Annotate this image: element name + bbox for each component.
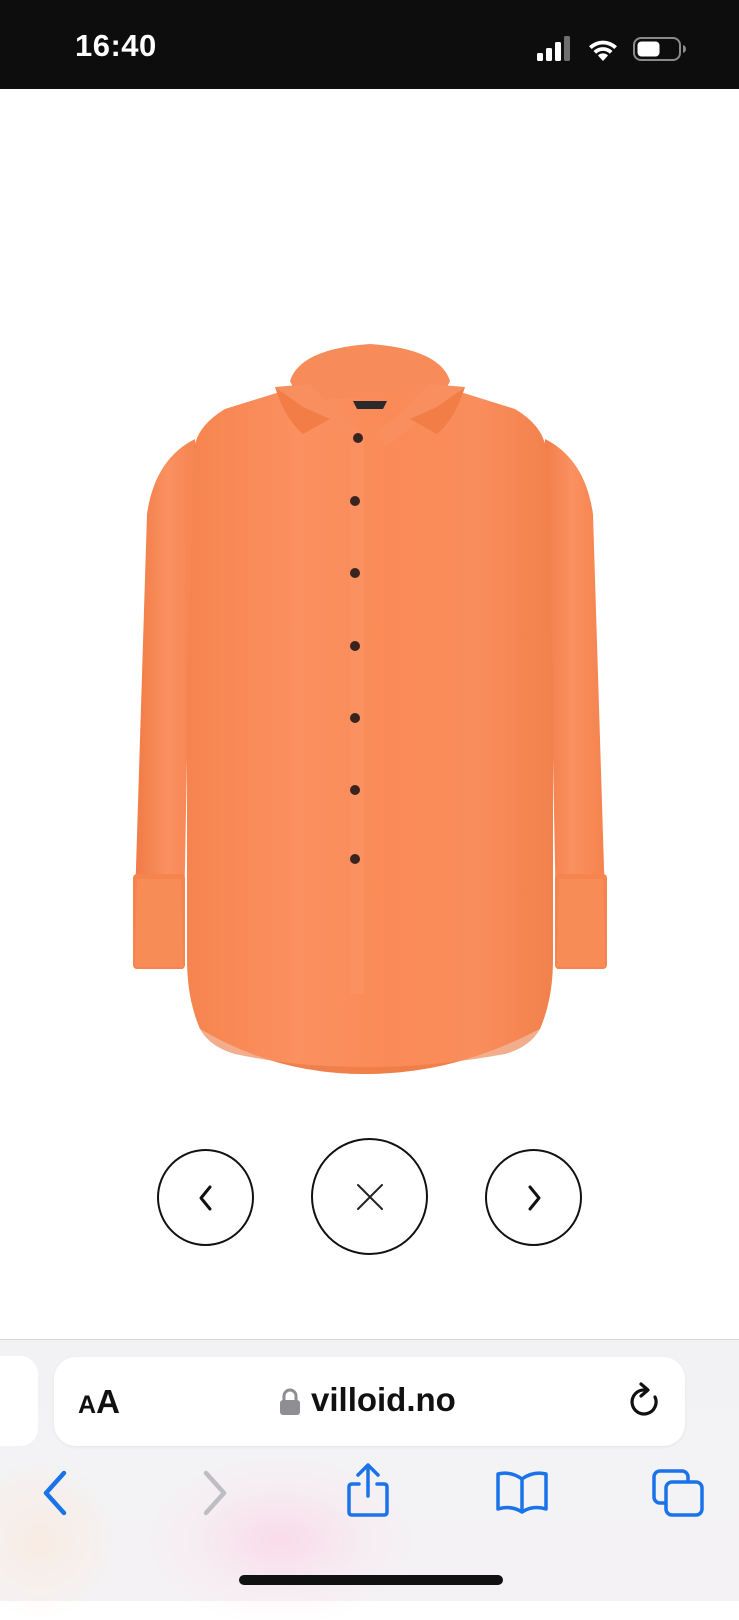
text-size-large-label: A: [96, 1383, 120, 1420]
tabs-button[interactable]: [651, 1468, 705, 1518]
chevron-right-icon: [528, 1185, 540, 1210]
status-bar: 16:40: [0, 0, 739, 89]
browser-chrome: AA villoid.no: [0, 1339, 739, 1620]
bookmarks-button[interactable]: [495, 1470, 549, 1514]
forward-button[interactable]: [196, 1470, 232, 1516]
reload-icon[interactable]: [627, 1381, 663, 1421]
battery-icon: [633, 37, 686, 61]
share-button[interactable]: [346, 1462, 390, 1518]
close-icon: [356, 1183, 383, 1210]
lock-icon: [280, 1388, 300, 1415]
product-image: [133, 344, 607, 1074]
status-time: 16:40: [75, 28, 157, 63]
address-bar[interactable]: AA villoid.no: [54, 1357, 685, 1446]
previous-tab-card[interactable]: [0, 1356, 38, 1446]
next-image-button[interactable]: [485, 1149, 582, 1246]
back-button[interactable]: [38, 1470, 74, 1516]
text-size-small-label: A: [78, 1391, 97, 1419]
cellular-signal-icon: [537, 36, 570, 61]
home-indicator: [239, 1575, 503, 1585]
status-icons: [537, 36, 687, 62]
text-size-button[interactable]: AA: [78, 1383, 128, 1423]
close-gallery-button[interactable]: [311, 1138, 428, 1255]
previous-image-button[interactable]: [157, 1149, 254, 1246]
wifi-icon: [589, 40, 617, 61]
url-text: villoid.no: [311, 1381, 456, 1418]
product-gallery: [0, 89, 739, 1339]
chevron-left-icon: [199, 1185, 211, 1210]
